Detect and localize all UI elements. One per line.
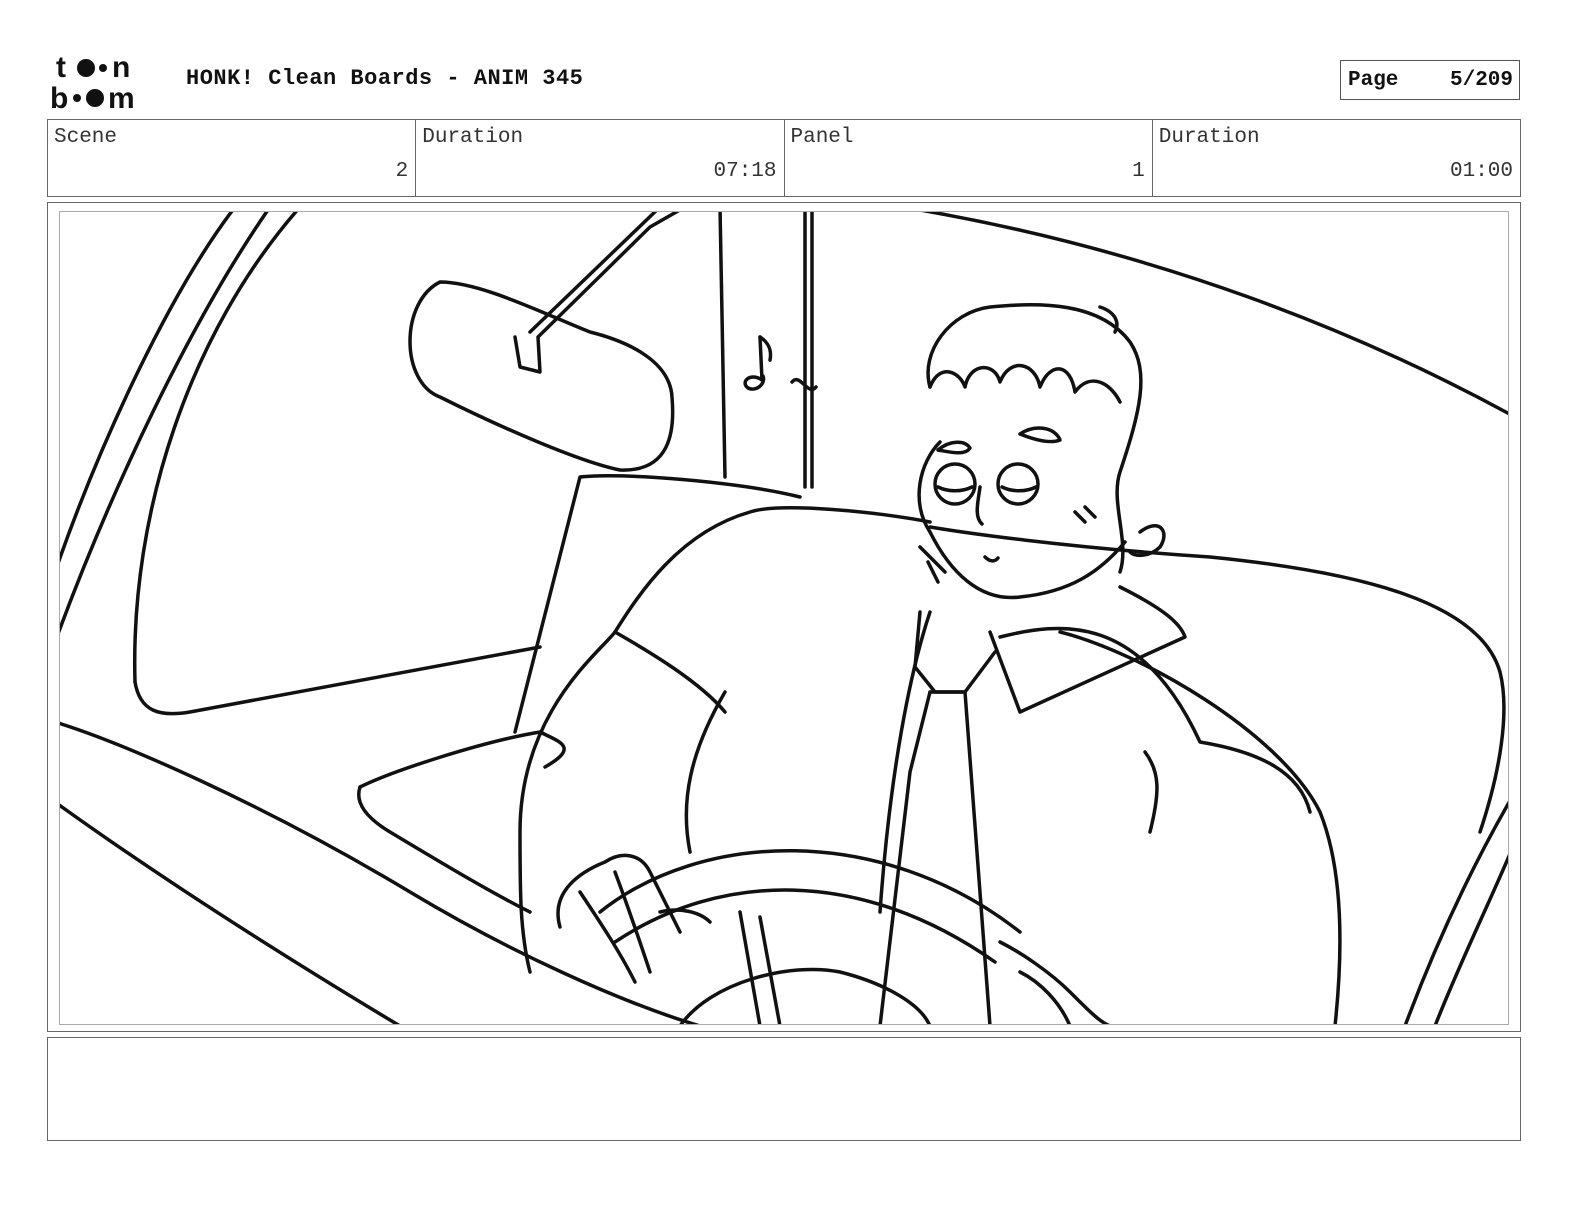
driver-body xyxy=(613,506,932,634)
page-label: Page xyxy=(1348,69,1399,92)
scene-info-row: Scene 2 Duration 07:18 Panel 1 Duration … xyxy=(47,119,1521,197)
driver-tie xyxy=(928,690,992,1024)
document-title: HONK! Clean Boards - ANIM 345 xyxy=(186,66,584,91)
svg-text:m: m xyxy=(108,82,135,112)
scene-duration-label: Duration xyxy=(422,126,524,149)
rearview-mirror xyxy=(408,280,675,472)
panel-drawing-area xyxy=(59,211,1509,1025)
driver-right-eye xyxy=(996,462,1040,506)
svg-text:b: b xyxy=(50,82,68,112)
windshield-frame xyxy=(60,212,234,564)
scene-duration-cell: Duration 07:18 xyxy=(416,120,785,196)
music-note xyxy=(743,335,766,391)
panel-duration-cell: Duration 01:00 xyxy=(1153,120,1520,196)
storyboard-sketch xyxy=(60,212,1508,1024)
panel-duration-value: 01:00 xyxy=(1449,160,1513,183)
scene-cell: Scene 2 xyxy=(48,120,417,196)
mirror-stem xyxy=(513,212,680,374)
panel-label: Panel xyxy=(790,126,854,149)
panel-duration-label: Duration xyxy=(1158,126,1260,149)
panel-value: 1 xyxy=(1132,160,1145,183)
panel-cell: Panel 1 xyxy=(785,120,1153,196)
page-number: 5/209 xyxy=(1449,69,1513,92)
panel-notes-box xyxy=(47,1037,1521,1141)
svg-text:t: t xyxy=(56,51,66,84)
roof-line xyxy=(921,212,1508,416)
scene-duration-value: 07:18 xyxy=(713,160,777,183)
scene-value: 2 xyxy=(395,160,409,183)
page-indicator: Page 5/209 xyxy=(1340,60,1520,100)
toon-boom-logo: t n b m xyxy=(50,51,135,112)
scene-label: Scene xyxy=(54,126,118,149)
seat-back xyxy=(513,473,802,734)
driver-right-hand xyxy=(998,940,1110,1024)
driver-left-hand xyxy=(556,853,682,934)
driver-left-eye xyxy=(933,462,977,506)
svg-text:n: n xyxy=(112,51,130,84)
storyboard-panel xyxy=(47,202,1521,1032)
